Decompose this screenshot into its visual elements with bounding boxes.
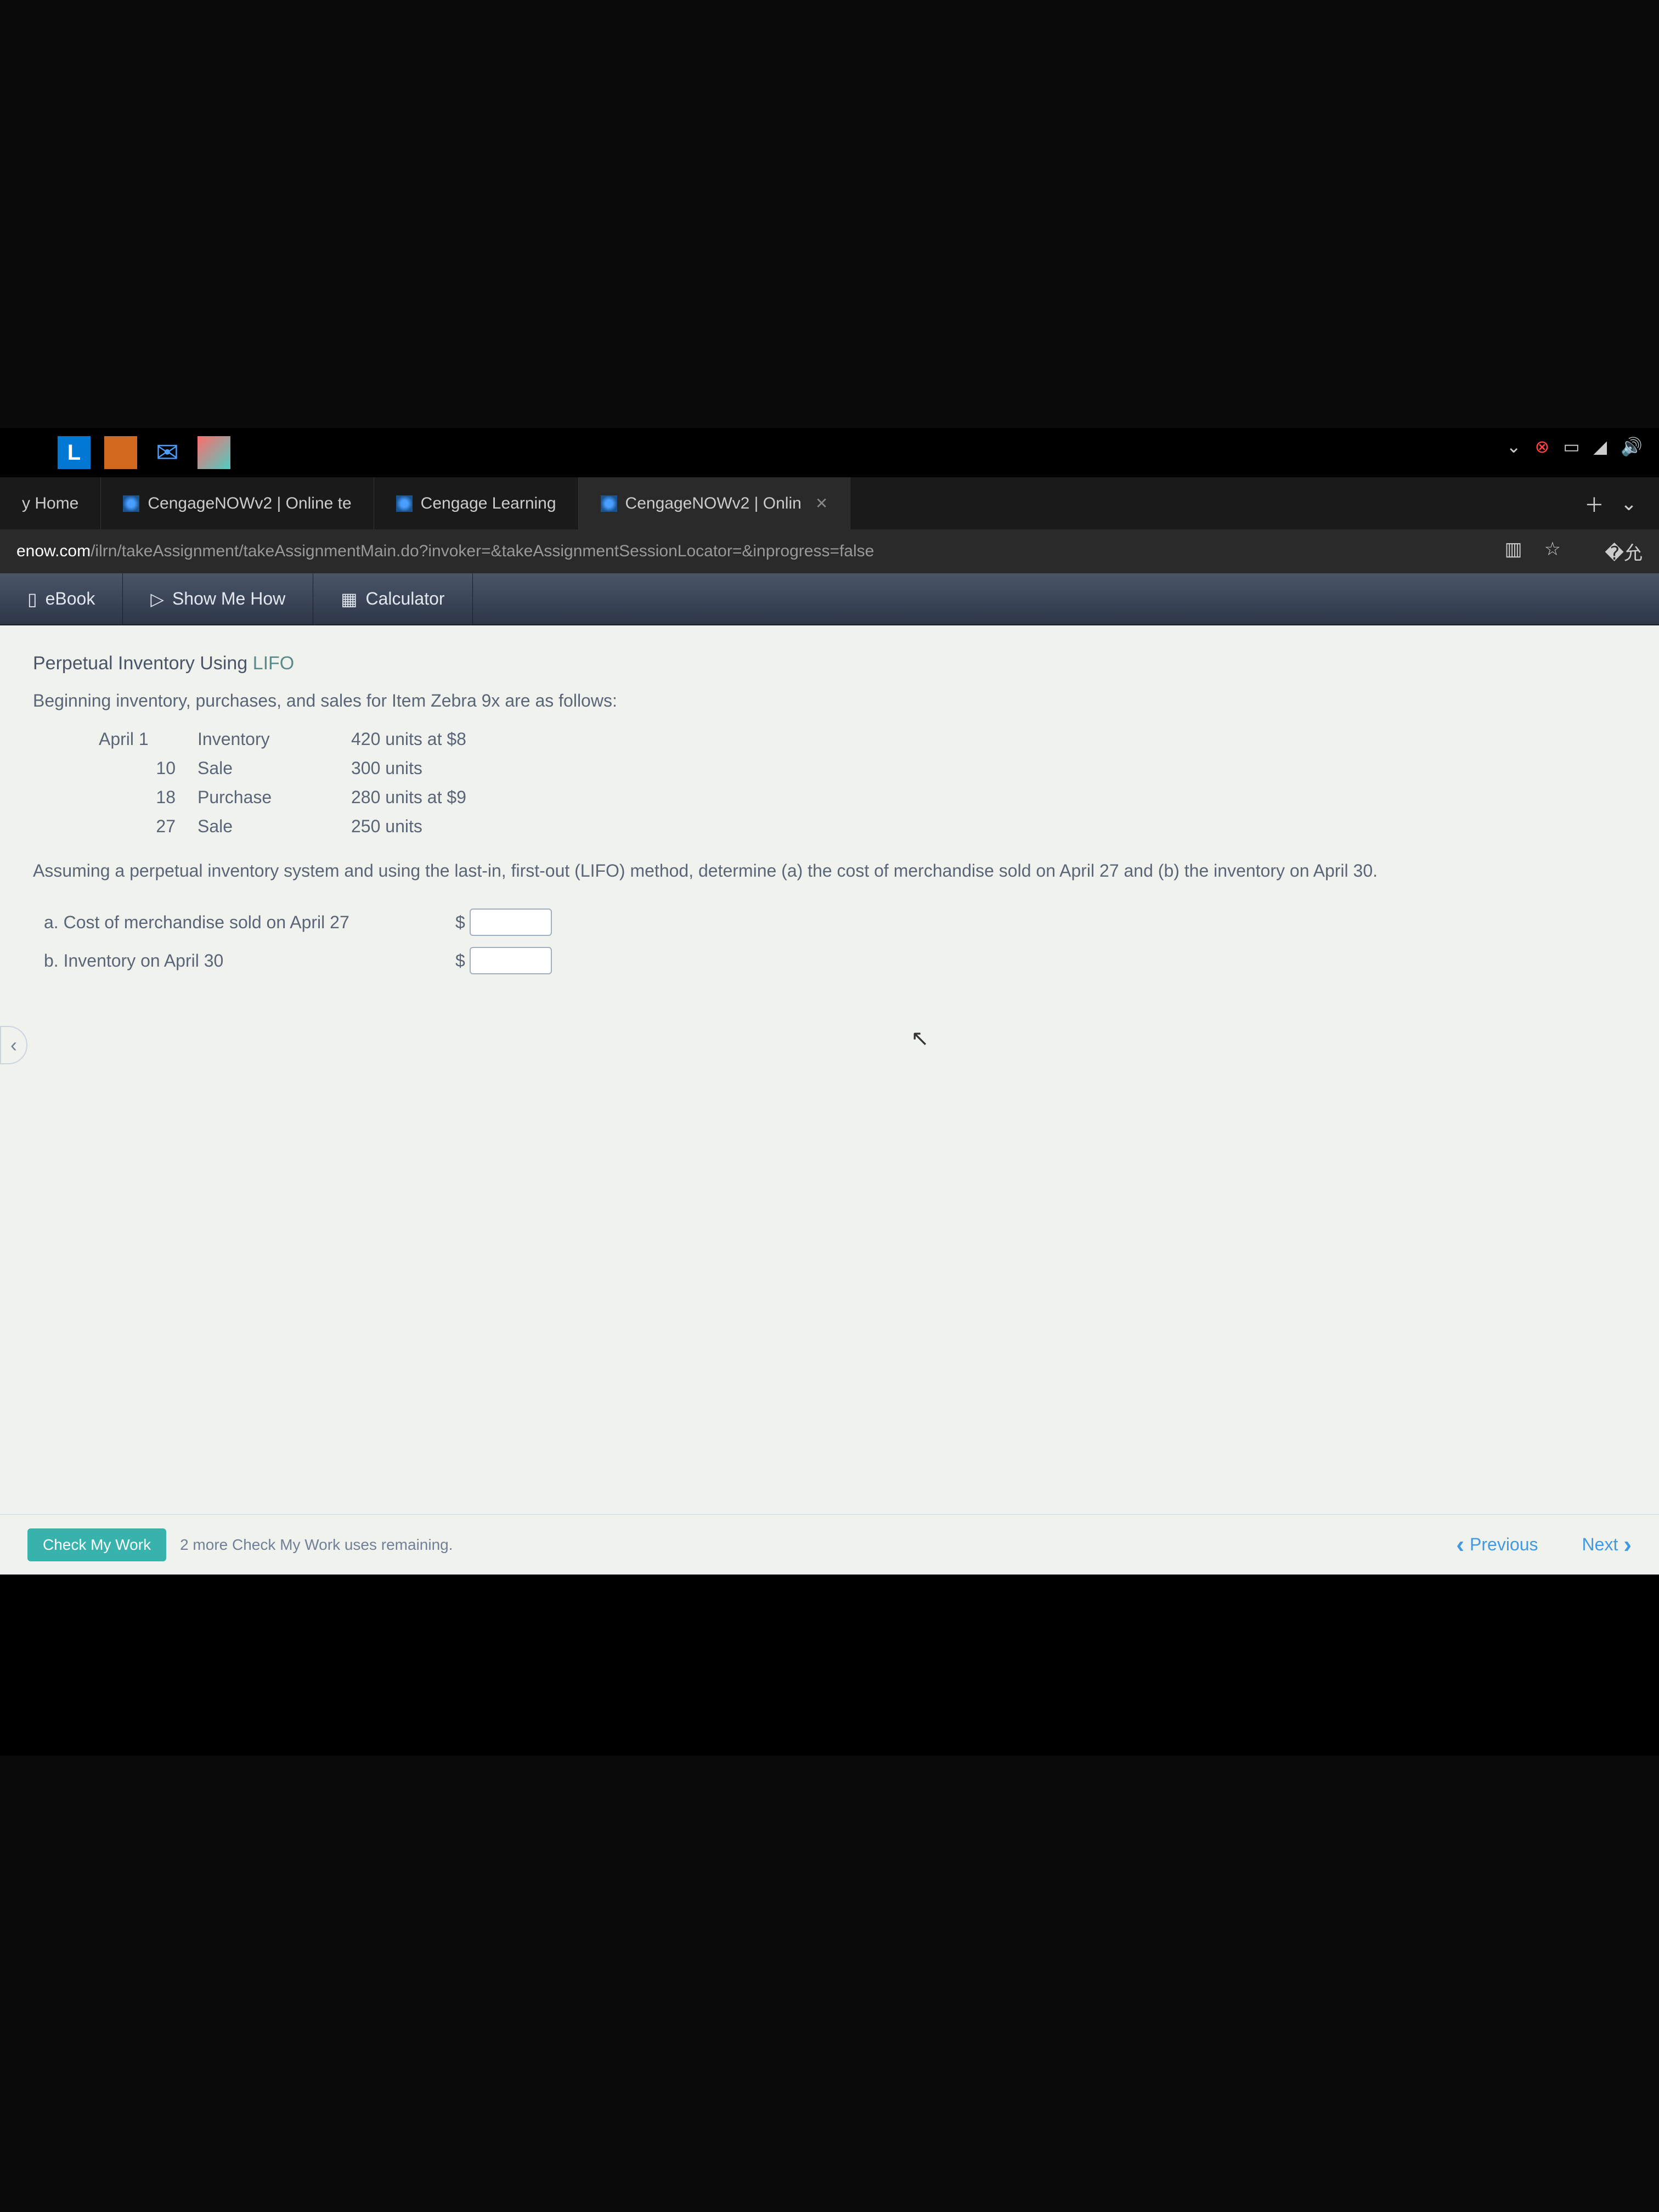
tab-home[interactable]: y Home <box>0 477 101 529</box>
next-label: Next <box>1582 1534 1618 1555</box>
answer-row-b: b. Inventory on April 30 $ <box>44 941 1626 980</box>
ebook-label: eBook <box>46 589 95 609</box>
reader-icon[interactable]: ▥ <box>1505 538 1522 565</box>
cengage-favicon <box>123 495 139 512</box>
address-bar[interactable]: enow.com/ilrn/takeAssignment/takeAssignm… <box>0 529 1659 573</box>
answer-section: a. Cost of merchandise sold on April 27 … <box>44 903 1626 980</box>
chevron-right-icon: › <box>1623 1531 1632 1559</box>
book-icon: ▯ <box>27 589 37 610</box>
previous-button[interactable]: ‹ Previous <box>1456 1531 1538 1559</box>
volume-icon[interactable]: 🔊 <box>1621 436 1643 457</box>
answer-b-label: b. Inventory on April 30 <box>44 951 455 971</box>
taskbar: ▦ L ✉ ⌄ ⊗ ▭ ◢ 🔊 <box>0 428 1659 477</box>
tab-label: y Home <box>22 494 78 513</box>
app-icon-orange[interactable] <box>104 436 137 469</box>
table-row: 27 Sale 250 units <box>99 812 1626 841</box>
cell-qty: 250 units <box>351 816 422 837</box>
dollar-sign: $ <box>455 951 465 971</box>
app-icon-1[interactable]: ▦ <box>11 436 44 469</box>
calculator-icon: ▦ <box>341 589 357 610</box>
battery-icon[interactable]: ▭ <box>1563 436 1579 457</box>
cell-date: 10 <box>99 758 198 778</box>
prev-label: Previous <box>1470 1534 1538 1555</box>
tab-cengage-1[interactable]: CengageNOWv2 | Online te <box>101 477 374 529</box>
table-row: 10 Sale 300 units <box>99 754 1626 783</box>
show-me-how-button[interactable]: ▷ Show Me How <box>123 573 313 624</box>
mail-icon[interactable]: ✉ <box>151 436 184 469</box>
answer-a-label: a. Cost of merchandise sold on April 27 <box>44 912 455 933</box>
cell-type: Purchase <box>198 787 351 808</box>
cell-type: Inventory <box>198 729 351 749</box>
tab-label: CengageNOWv2 | Onlin <box>625 494 802 513</box>
expand-handle[interactable]: ‹ <box>0 1026 27 1064</box>
check-remaining-text: 2 more Check My Work uses remaining. <box>180 1536 453 1554</box>
tab-label: Cengage Learning <box>421 494 556 513</box>
cell-date: April 1 <box>99 729 198 749</box>
answer-b-input[interactable] <box>470 947 552 974</box>
cell-date: 18 <box>99 787 198 808</box>
question-text: Assuming a perpetual inventory system an… <box>33 857 1626 884</box>
assignment-title: Perpetual Inventory Using LIFO <box>33 653 1626 674</box>
title-text: Perpetual Inventory Using <box>33 653 253 674</box>
assignment-content: Perpetual Inventory Using LIFO Beginning… <box>0 625 1659 1575</box>
cengage-favicon <box>601 495 617 512</box>
cell-date: 27 <box>99 816 198 837</box>
tab-label: CengageNOWv2 | Online te <box>148 494 351 513</box>
cell-type: Sale <box>198 758 351 778</box>
close-app-icon[interactable]: ⊗ <box>1535 436 1550 457</box>
intro-text: Beginning inventory, purchases, and sale… <box>33 691 1626 711</box>
app-icon-l[interactable]: L <box>58 436 91 469</box>
chevron-left-icon: ‹ <box>1456 1531 1464 1559</box>
app-toolbar: ▯ eBook ▷ Show Me How ▦ Calculator <box>0 573 1659 625</box>
cengage-favicon <box>396 495 413 512</box>
show-label: Show Me How <box>172 589 285 609</box>
calculator-button[interactable]: ▦ Calculator <box>313 573 472 624</box>
close-tab-icon[interactable]: ✕ <box>815 494 828 512</box>
next-button[interactable]: Next › <box>1582 1531 1632 1559</box>
table-row: 18 Purchase 280 units at $9 <box>99 783 1626 812</box>
table-row: April 1 Inventory 420 units at $8 <box>99 725 1626 754</box>
tabs-dropdown-icon[interactable]: ⌄ <box>1621 492 1637 515</box>
system-tray: ⌄ ⊗ ▭ ◢ 🔊 <box>1506 436 1643 457</box>
browser-tabs: y Home CengageNOWv2 | Online te Cengage … <box>0 477 1659 529</box>
cell-qty: 280 units at $9 <box>351 787 466 808</box>
answer-a-input[interactable] <box>470 909 552 936</box>
answer-row-a: a. Cost of merchandise sold on April 27 … <box>44 903 1626 941</box>
settings-icon[interactable]: �允 <box>1605 538 1643 565</box>
tab-cengage-active[interactable]: CengageNOWv2 | Onlin ✕ <box>579 477 851 529</box>
wifi-icon[interactable]: ◢ <box>1594 436 1607 457</box>
url-domain: enow.com <box>16 542 91 560</box>
ebook-button[interactable]: ▯ eBook <box>0 573 123 624</box>
title-lifo: LIFO <box>253 653 295 674</box>
cell-qty: 420 units at $8 <box>351 729 466 749</box>
dollar-sign: $ <box>455 912 465 933</box>
check-my-work-button[interactable]: Check My Work <box>27 1528 166 1561</box>
inventory-table: April 1 Inventory 420 units at $8 10 Sal… <box>99 725 1626 841</box>
app-icon-pic[interactable] <box>198 436 230 469</box>
new-tab-button[interactable]: ＋ <box>1584 489 1604 518</box>
calc-label: Calculator <box>365 589 444 609</box>
content-footer: Check My Work 2 more Check My Work uses … <box>0 1514 1659 1575</box>
cell-type: Sale <box>198 816 351 837</box>
cell-qty: 300 units <box>351 758 422 778</box>
chevron-down-icon[interactable]: ⌄ <box>1506 436 1521 457</box>
url-path: /ilrn/takeAssignment/takeAssignmentMain.… <box>91 542 874 560</box>
tab-cengage-learning[interactable]: Cengage Learning <box>374 477 579 529</box>
star-icon[interactable]: ☆ <box>1544 538 1561 565</box>
video-icon: ▷ <box>150 589 164 610</box>
mouse-cursor: ↖ <box>911 1026 929 1051</box>
